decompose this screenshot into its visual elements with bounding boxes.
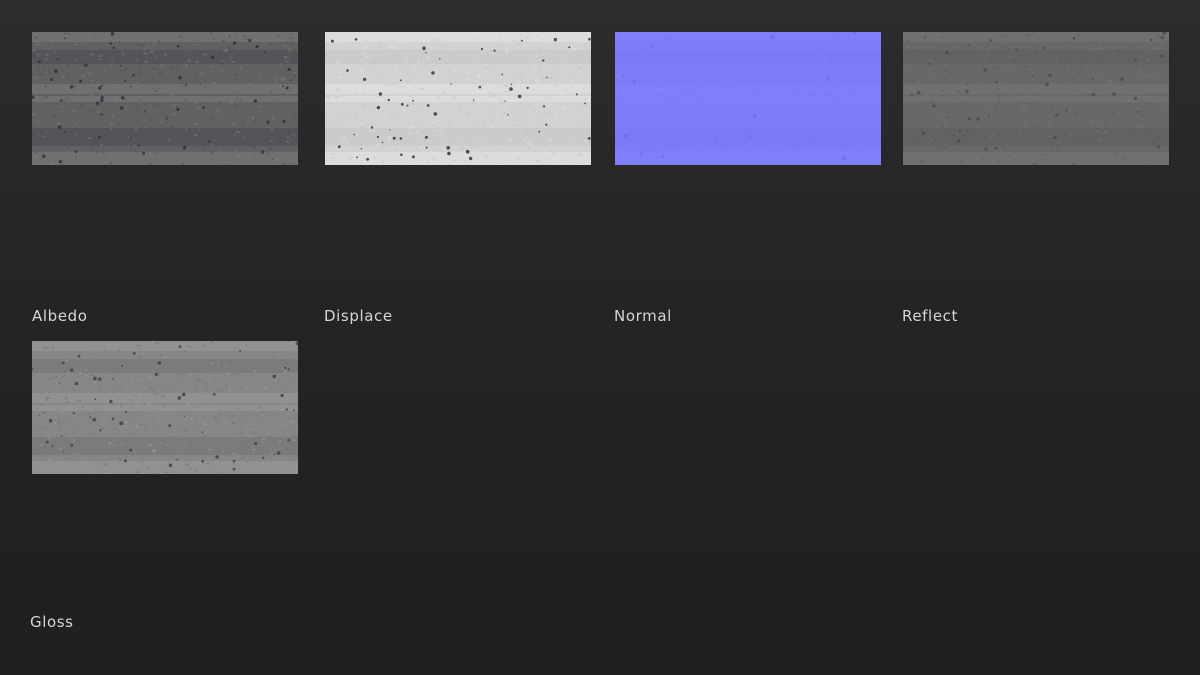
map-card-reflect[interactable]: Reflect [902,32,1169,332]
map-card-albedo[interactable]: Albedo [32,32,298,332]
map-label-albedo: Albedo [32,307,88,325]
map-label-displace: Displace [324,307,393,325]
displace-map-thumbnail[interactable] [325,32,591,165]
reflect-map-thumbnail[interactable] [903,32,1169,165]
map-label-gloss: Gloss [30,613,74,631]
map-label-reflect: Reflect [902,307,958,325]
map-label-normal: Normal [614,307,672,325]
albedo-map-thumbnail[interactable] [32,32,298,165]
map-card-gloss[interactable]: Gloss [30,341,298,641]
map-card-displace[interactable]: Displace [324,32,591,332]
map-card-normal[interactable]: Normal [614,32,881,332]
normal-map-thumbnail[interactable] [615,32,881,165]
gloss-map-thumbnail[interactable] [32,341,298,474]
